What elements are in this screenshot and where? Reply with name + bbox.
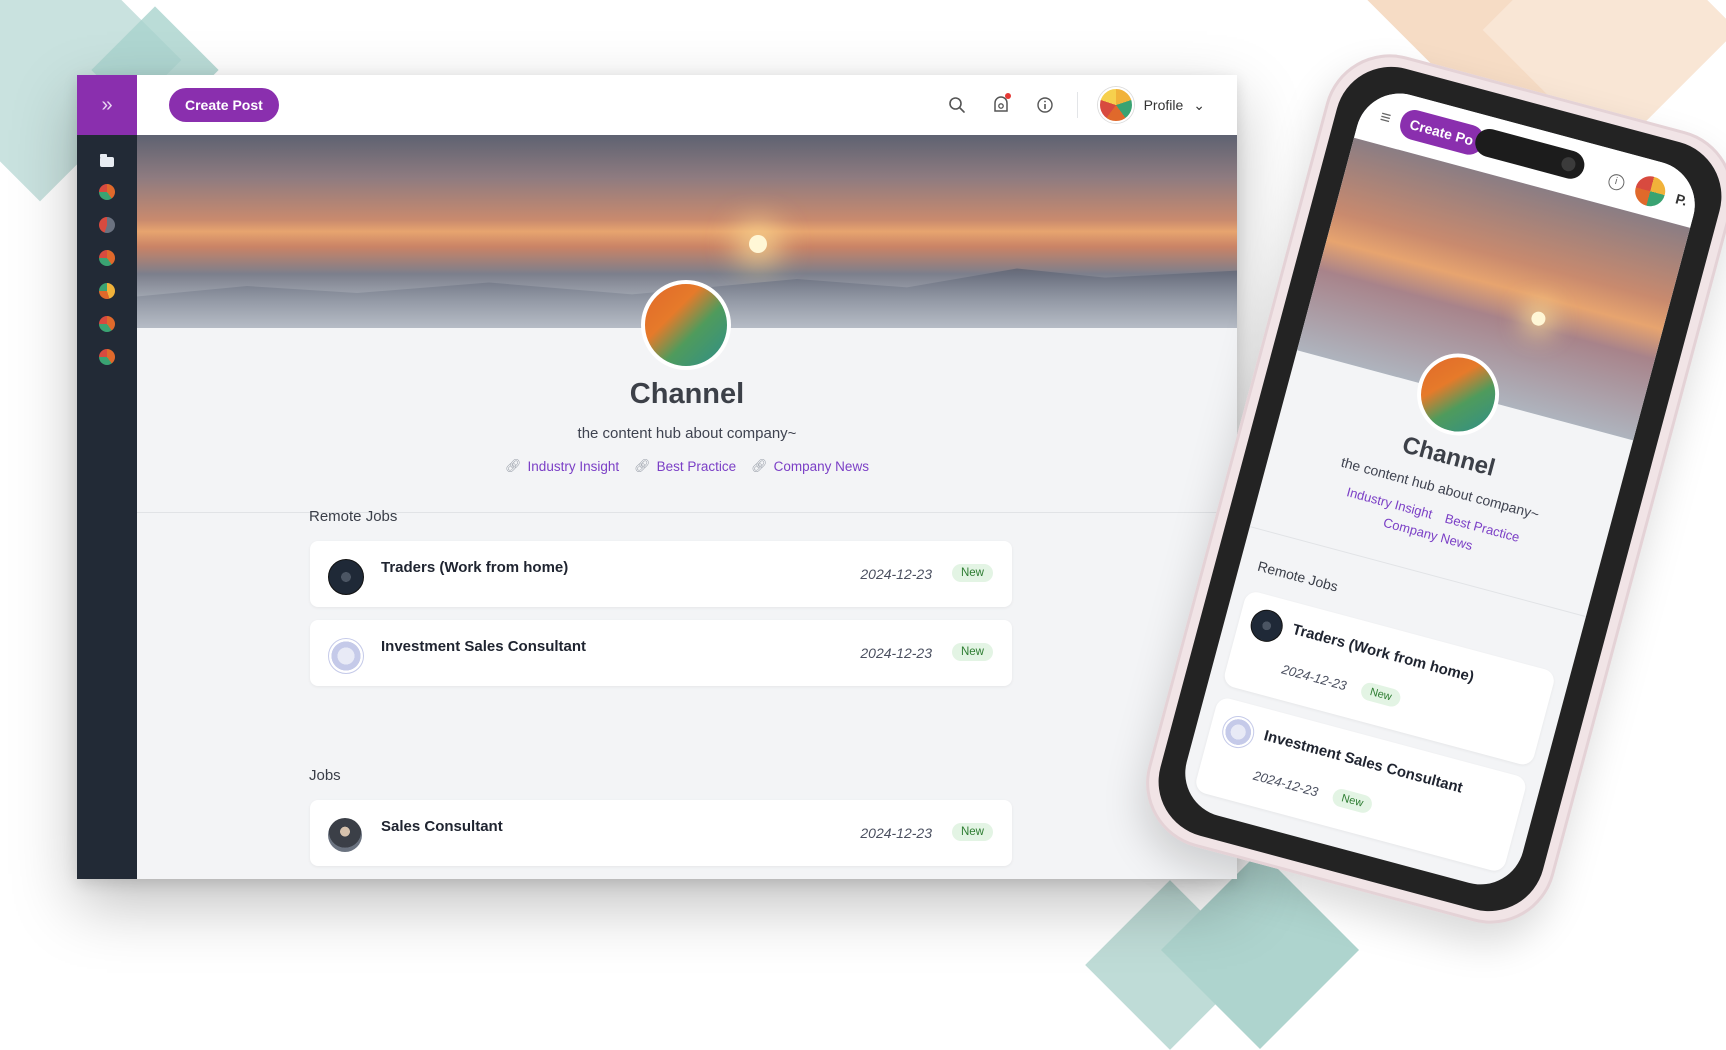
new-badge: New [951, 564, 993, 582]
phone-screen: ≡ Create Po i P. Channel the content hub… [1175, 83, 1705, 895]
new-badge: New [951, 823, 993, 841]
job-card[interactable]: Investment Sales Consultant 2024-12-23 N… [310, 620, 1012, 686]
section-label-jobs: Jobs [309, 767, 341, 784]
notification-dot [1004, 93, 1011, 99]
link-best-practice[interactable]: 🔗︎ Best Practice [634, 458, 736, 474]
section-label-remote-jobs: Remote Jobs [1255, 557, 1340, 595]
banner-sun [749, 235, 767, 253]
job-date: 2024-12-23 [860, 825, 932, 841]
link-icon: 🔗︎ [751, 458, 768, 473]
job-date: 2024-12-23 [1251, 767, 1320, 800]
divider [137, 512, 1237, 513]
avatar[interactable] [1628, 170, 1671, 212]
search-icon[interactable] [945, 93, 969, 117]
company-logo [328, 818, 362, 852]
new-badge: New [1330, 787, 1374, 815]
new-badge: New [951, 643, 993, 661]
chevron-down-icon: ⌄ [1193, 96, 1205, 113]
link-company-news[interactable]: 🔗︎ Company News [751, 458, 869, 474]
job-date: 2024-12-23 [860, 645, 932, 661]
new-badge: New [1359, 680, 1403, 709]
profile-label: Profile [1143, 97, 1184, 113]
sidebar-channel-icon[interactable] [99, 283, 115, 299]
job-title: Investment Sales Consultant [381, 638, 587, 655]
job-date: 2024-12-23 [1280, 661, 1349, 694]
mobile-create-post-button[interactable]: Create Po [1396, 106, 1487, 158]
chevron-double-right-icon: » [101, 93, 113, 116]
folder-icon[interactable] [100, 154, 114, 167]
company-logo [1218, 712, 1258, 752]
link-industry-insight[interactable]: 🔗︎ Industry Insight [505, 458, 619, 474]
link-icon: 🔗︎ [634, 458, 651, 473]
job-card[interactable]: Traders (Work from home) 2024-12-23 New [310, 541, 1012, 607]
sidebar-channel-icon[interactable] [99, 316, 115, 332]
job-card[interactable]: Sales Consultant 2024-12-23 New [310, 800, 1012, 866]
channel-links: 🔗︎ Industry Insight 🔗︎ Best Practice 🔗︎ Com… [137, 458, 1237, 474]
camera-icon [1559, 155, 1578, 173]
link-label: Company News [773, 458, 869, 474]
job-title: Traders (Work from home) [381, 559, 569, 576]
profile-menu[interactable]: Profile ⌄ [1097, 87, 1205, 123]
profile-label[interactable]: P. [1674, 190, 1689, 208]
company-logo [1247, 606, 1287, 646]
link-icon: 🔗︎ [505, 458, 522, 473]
info-icon[interactable]: i [1606, 172, 1626, 192]
job-title: Sales Consultant [381, 818, 503, 835]
desktop-window: » Create Post Profile ⌄ Channel the cont… [77, 75, 1237, 879]
channel-header: Channel the content hub about company~ 🔗… [137, 378, 1237, 474]
link-label: Industry Insight [527, 458, 620, 474]
sidebar-rail: » [77, 75, 137, 879]
channel-subtitle: the content hub about company~ [577, 425, 797, 442]
sidebar-expand-button[interactable]: » [77, 75, 137, 135]
section-label-remote-jobs: Remote Jobs [309, 508, 398, 525]
sidebar-channel-icon[interactable] [99, 349, 115, 365]
company-logo [328, 638, 364, 674]
sidebar-channel-icon[interactable] [99, 217, 115, 233]
notification-icon[interactable] [989, 93, 1013, 117]
info-icon[interactable] [1033, 93, 1057, 117]
job-date: 2024-12-23 [860, 566, 932, 582]
menu-icon[interactable]: ≡ [1378, 106, 1393, 129]
topbar: Create Post Profile ⌄ [137, 75, 1237, 135]
sidebar-channel-icon[interactable] [99, 250, 115, 266]
avatar [1097, 87, 1134, 123]
channel-title: Channel [629, 378, 745, 410]
separator [1076, 92, 1078, 118]
create-post-button[interactable]: Create Post [169, 88, 279, 122]
banner-sun [1529, 310, 1548, 328]
company-logo [328, 559, 364, 595]
link-label: Best Practice [656, 458, 737, 474]
channel-avatar [641, 280, 731, 370]
sidebar-channel-icon[interactable] [99, 184, 115, 200]
